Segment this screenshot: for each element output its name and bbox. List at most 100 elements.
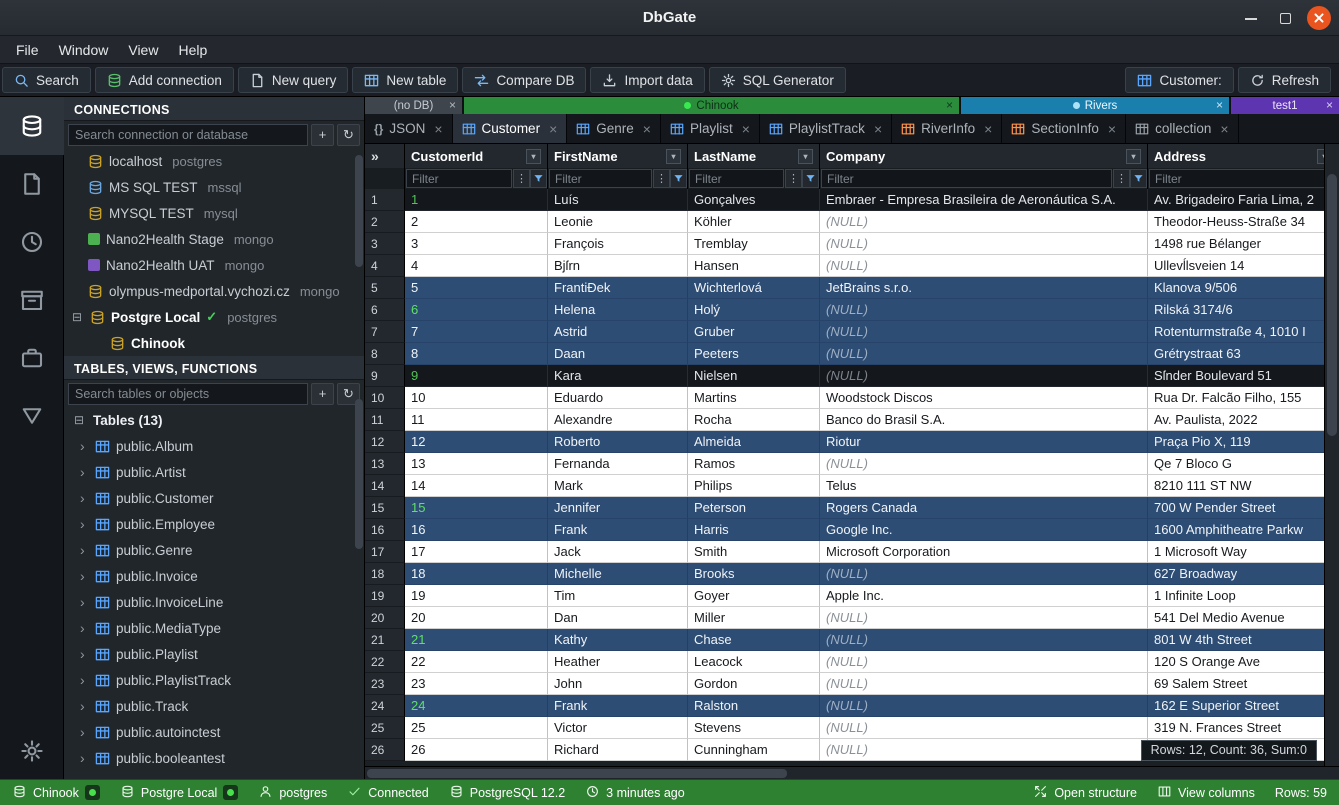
statusbar-3-minutes-ago[interactable]: 3 minutes ago	[585, 785, 685, 800]
column-header-company[interactable]: Company▾	[820, 144, 1148, 168]
connection-nano2health-uat[interactable]: Nano2Health UATmongo	[64, 252, 364, 278]
chevron-right-icon[interactable]: ›	[80, 516, 89, 532]
row-number[interactable]: 26	[365, 739, 405, 761]
row-number[interactable]: 19	[365, 585, 405, 607]
tab-genre[interactable]: Genre×	[567, 114, 661, 143]
grid-cell[interactable]: Kathy	[548, 629, 688, 651]
grid-cell[interactable]: Martins	[688, 387, 820, 409]
toolbar-import-data-button[interactable]: Import data	[590, 67, 704, 93]
row-number[interactable]: 14	[365, 475, 405, 497]
close-icon[interactable]: ×	[1326, 97, 1333, 114]
grid-cell[interactable]: 1498 rue Bélanger	[1148, 233, 1339, 255]
grid-cell[interactable]: Miller	[688, 607, 820, 629]
grid-cell[interactable]: Rocha	[688, 409, 820, 431]
row-number[interactable]: 11	[365, 409, 405, 431]
grid-cell[interactable]: Ullevĺlsveien 14	[1148, 255, 1339, 277]
grid-cell[interactable]: Heather	[548, 651, 688, 673]
grid-cell[interactable]: Leonie	[548, 211, 688, 233]
tab-group-chinook[interactable]: Chinook×	[464, 97, 959, 114]
row-number[interactable]: 25	[365, 717, 405, 739]
tab-riverinfo[interactable]: RiverInfo×	[892, 114, 1002, 143]
chevron-right-icon[interactable]: ›	[80, 490, 89, 506]
add-table-plus-button[interactable]: +	[311, 383, 334, 405]
grid-cell[interactable]: 11	[405, 409, 548, 431]
chevron-right-icon[interactable]: ›	[80, 724, 89, 740]
grid-cell[interactable]: 1600 Amphitheatre Parkw	[1148, 519, 1339, 541]
grid-cell[interactable]: 8	[405, 343, 548, 365]
grid-cell[interactable]: Chase	[688, 629, 820, 651]
close-tab-icon[interactable]: ×	[643, 121, 651, 137]
grid-cell[interactable]: 627 Broadway	[1148, 563, 1339, 585]
row-number[interactable]: 17	[365, 541, 405, 563]
grid-cell[interactable]: (NULL)	[820, 321, 1148, 343]
grid-cell[interactable]: Luís	[548, 189, 688, 211]
grid-cell[interactable]: Eduardo	[548, 387, 688, 409]
row-number[interactable]: 18	[365, 563, 405, 585]
rail-database-icon[interactable]	[0, 97, 64, 155]
grid-cell[interactable]: 26	[405, 739, 548, 761]
column-header-lastname[interactable]: LastName▾	[688, 144, 820, 168]
tab-group-rivers[interactable]: Rivers×	[961, 97, 1229, 114]
grid-cell[interactable]: 120 S Orange Ave	[1148, 651, 1339, 673]
grid-cell[interactable]: Sſnder Boulevard 51	[1148, 365, 1339, 387]
table-row[interactable]: 1616FrankHarrisGoogle Inc.1600 Amphithea…	[365, 519, 1339, 541]
scrollbar-thumb[interactable]	[1327, 174, 1337, 436]
grid-cell[interactable]: 7	[405, 321, 548, 343]
grid-cell[interactable]: Mark	[548, 475, 688, 497]
column-header-firstname[interactable]: FirstName▾	[548, 144, 688, 168]
row-number[interactable]: 13	[365, 453, 405, 475]
grid-cell[interactable]: Richard	[548, 739, 688, 761]
close-icon[interactable]: ×	[1216, 97, 1223, 114]
close-tab-icon[interactable]: ×	[742, 121, 750, 137]
row-number[interactable]: 22	[365, 651, 405, 673]
refresh-connections-button[interactable]: ↻	[337, 124, 360, 146]
grid-cell[interactable]: Bjſrn	[548, 255, 688, 277]
chevron-right-icon[interactable]: ›	[80, 750, 89, 766]
grid-cell[interactable]: 21	[405, 629, 548, 651]
grid-cell[interactable]: Nielsen	[688, 365, 820, 387]
chevron-down-icon[interactable]: ▾	[1126, 149, 1141, 164]
table-public-playlisttrack[interactable]: ›public.PlaylistTrack	[64, 667, 364, 693]
grid-cell[interactable]: (NULL)	[820, 453, 1148, 475]
statusbar-postgres[interactable]: postgres	[258, 785, 327, 800]
statusbar-connected[interactable]: Connected	[347, 785, 428, 800]
chevron-right-icon[interactable]: ›	[80, 542, 89, 558]
table-public-invoice[interactable]: ›public.Invoice	[64, 563, 364, 589]
table-row[interactable]: 2424FrankRalston(NULL)162 E Superior Str…	[365, 695, 1339, 717]
connection-ms-sql-test[interactable]: MS SQL TESTmssql	[64, 174, 364, 200]
grid-cell[interactable]: 15	[405, 497, 548, 519]
grid-cell[interactable]: Gordon	[688, 673, 820, 695]
column-header-customerid[interactable]: CustomerId▾	[405, 144, 548, 168]
tab-sectioninfo[interactable]: SectionInfo×	[1002, 114, 1126, 143]
grid-cell[interactable]: (NULL)	[820, 739, 1148, 761]
filter-input-customerid[interactable]	[406, 169, 512, 188]
grid-cell[interactable]: Klanova 9/506	[1148, 277, 1339, 299]
row-number[interactable]: 8	[365, 343, 405, 365]
grid-cell[interactable]: Rotenturmstraße 4, 1010 I	[1148, 321, 1339, 343]
toolbar-new-query-button[interactable]: New query	[238, 67, 349, 93]
table-row[interactable]: 2222HeatherLeacock(NULL)120 S Orange Ave	[365, 651, 1339, 673]
grid-cell[interactable]: 541 Del Medio Avenue	[1148, 607, 1339, 629]
grid-cell[interactable]: 5	[405, 277, 548, 299]
grid-cell[interactable]: Tremblay	[688, 233, 820, 255]
toolbar-new-table-button[interactable]: New table	[352, 67, 458, 93]
table-row[interactable]: 1818MichelleBrooks(NULL)627 Broadway	[365, 563, 1339, 585]
statusbar-postgresql-12-2[interactable]: PostgreSQL 12.2	[449, 785, 565, 800]
table-public-mediatype[interactable]: ›public.MediaType	[64, 615, 364, 641]
grid-cell[interactable]: François	[548, 233, 688, 255]
grid-cell[interactable]: 10	[405, 387, 548, 409]
table-public-artist[interactable]: ›public.Artist	[64, 459, 364, 485]
grid-cell[interactable]: 18	[405, 563, 548, 585]
table-row[interactable]: 77AstridGruber(NULL)Rotenturmstraße 4, 1…	[365, 321, 1339, 343]
table-row[interactable]: 1313FernandaRamos(NULL)Qe 7 Bloco G	[365, 453, 1339, 475]
grid-cell[interactable]: Rua Dr. Falcão Filho, 155	[1148, 387, 1339, 409]
grid-cell[interactable]: 25	[405, 717, 548, 739]
filter-menu-icon[interactable]: ⋮	[513, 169, 530, 188]
table-row[interactable]: 1919TimGoyerApple Inc.1 Infinite Loop	[365, 585, 1339, 607]
grid-cell[interactable]: Banco do Brasil S.A.	[820, 409, 1148, 431]
table-row[interactable]: 2323JohnGordon(NULL)69 Salem Street	[365, 673, 1339, 695]
row-number[interactable]: 10	[365, 387, 405, 409]
filter-funnel-icon[interactable]	[802, 169, 819, 188]
statusbar-postgre-local[interactable]: Postgre Local	[120, 785, 238, 800]
menu-view[interactable]: View	[118, 39, 168, 61]
